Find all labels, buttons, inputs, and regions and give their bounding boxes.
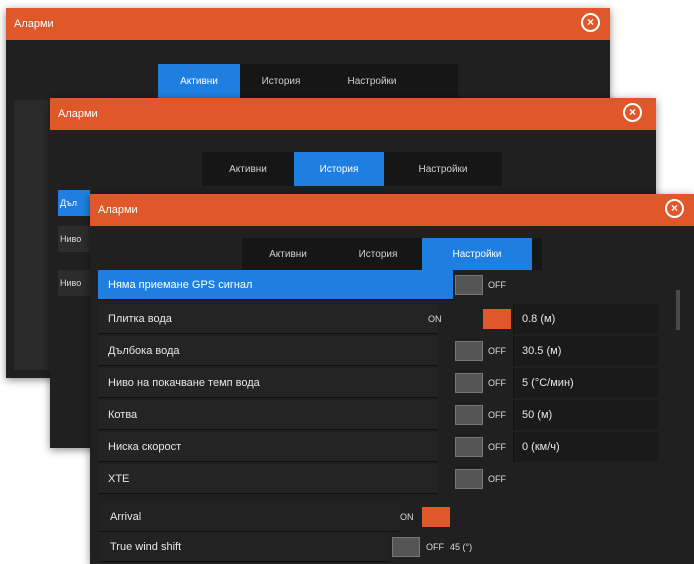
setting-value[interactable]: 50 (м) <box>513 400 658 430</box>
toggle-state: ON <box>400 512 414 522</box>
setting-value[interactable]: 45 (°) <box>450 532 472 562</box>
toggle-switch[interactable] <box>455 469 483 489</box>
window-title: Аларми <box>98 204 138 216</box>
window-title-bar: Аларми × <box>90 194 694 226</box>
toggle-switch[interactable] <box>455 405 483 425</box>
toggle-state: OFF <box>488 442 506 452</box>
list-item[interactable]: Дъл <box>58 190 90 216</box>
window-title-bar: Аларми × <box>50 98 656 130</box>
tab-bar: Активни История Настройки <box>242 238 542 270</box>
toggle-switch[interactable] <box>455 437 483 457</box>
close-icon[interactable]: × <box>623 103 642 122</box>
close-icon[interactable]: × <box>581 13 600 32</box>
tab-active[interactable]: Активни <box>158 64 240 98</box>
setting-label: Плитка вода <box>98 304 438 334</box>
setting-label: True wind shift <box>100 532 390 562</box>
toggle-state: OFF <box>488 474 506 484</box>
setting-row[interactable]: Ниво на покачване темп вода OFF 5 (°C/ми… <box>98 368 658 398</box>
setting-label: Дълбока вода <box>98 336 438 366</box>
toggle-state: ON <box>428 314 442 324</box>
setting-row[interactable]: Котва OFF 50 (м) <box>98 400 658 430</box>
toggle-state: OFF <box>488 410 506 420</box>
toggle-switch[interactable] <box>455 275 483 295</box>
setting-row[interactable]: XTE OFF <box>98 464 658 494</box>
setting-label: Ниво на покачване темп вода <box>98 368 438 398</box>
setting-row[interactable]: Дълбока вода OFF 30.5 (м) <box>98 336 658 366</box>
toggle-state: OFF <box>488 346 506 356</box>
setting-value[interactable]: 30.5 (м) <box>513 336 658 366</box>
setting-row[interactable]: Arrival ON <box>100 502 450 532</box>
setting-row[interactable]: Ниска скорост OFF 0 (км/ч) <box>98 432 658 462</box>
close-icon[interactable]: × <box>665 199 684 218</box>
toggle-switch[interactable] <box>455 341 483 361</box>
setting-value[interactable]: 5 (°C/мин) <box>513 368 658 398</box>
toggle-state: OFF <box>426 542 444 552</box>
tab-history[interactable]: История <box>294 152 384 186</box>
tab-history[interactable]: История <box>240 64 322 98</box>
window-title-bar: Аларми × <box>6 8 610 40</box>
setting-label: Котва <box>98 400 438 430</box>
window-title: Аларми <box>14 18 54 30</box>
setting-label: Arrival <box>100 502 400 532</box>
tab-active[interactable]: Активни <box>202 152 294 186</box>
window-title: Аларми <box>58 108 98 120</box>
toggle-state: OFF <box>488 378 506 388</box>
tab-settings[interactable]: Настройки <box>322 64 422 98</box>
tab-settings[interactable]: Настройки <box>422 238 532 270</box>
toggle-switch[interactable] <box>483 309 511 329</box>
setting-label: XTE <box>98 464 438 494</box>
setting-label: Няма приемане GPS сигнал <box>98 270 453 300</box>
setting-row[interactable]: Няма приемане GPS сигнал OFF <box>98 270 658 300</box>
setting-row[interactable]: True wind shift OFF 45 (°) <box>100 532 600 562</box>
tab-bar: Активни История Настройки <box>202 152 502 186</box>
list-item[interactable]: Ниво <box>58 270 90 296</box>
toggle-switch[interactable] <box>392 537 420 557</box>
content-panel <box>14 100 54 370</box>
setting-row[interactable]: Плитка вода ON 0.8 (м) <box>98 304 658 334</box>
tab-bar: Активни История Настройки <box>158 64 458 98</box>
scrollbar[interactable] <box>676 290 680 330</box>
setting-value[interactable]: 0.8 (м) <box>513 304 658 334</box>
tab-active[interactable]: Активни <box>242 238 334 270</box>
toggle-switch[interactable] <box>422 507 450 527</box>
toggle-state: OFF <box>488 280 506 290</box>
tab-history[interactable]: История <box>334 238 422 270</box>
list-item[interactable]: Ниво <box>58 226 90 252</box>
tab-settings[interactable]: Настройки <box>384 152 502 186</box>
setting-label: Ниска скорост <box>98 432 438 462</box>
setting-value[interactable]: 0 (км/ч) <box>513 432 658 462</box>
toggle-switch[interactable] <box>455 373 483 393</box>
